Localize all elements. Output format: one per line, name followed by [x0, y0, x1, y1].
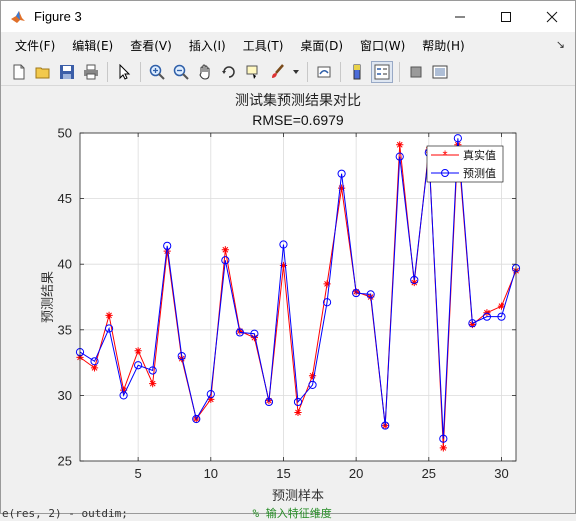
legend-icon [374, 64, 390, 79]
pointer-button[interactable] [114, 62, 134, 82]
legend-label-predicted: 预测值 [463, 167, 496, 180]
y-tick-label: 45 [58, 191, 72, 206]
zoom-in-button[interactable] [147, 62, 167, 82]
minimize-icon [455, 16, 465, 17]
zoom-out-icon [173, 64, 189, 80]
zoom-out-button[interactable] [171, 62, 191, 82]
print-icon [84, 64, 98, 79]
menu-edit[interactable]: 编辑(E) [63, 37, 121, 54]
rotate-button[interactable] [219, 62, 239, 82]
y-tick-label: 35 [58, 322, 72, 337]
open-file-button[interactable] [33, 62, 53, 82]
link-plot-button[interactable] [314, 62, 334, 82]
save-button[interactable] [57, 62, 77, 82]
toolbar-separator [307, 61, 308, 82]
matlab-logo-icon [11, 10, 25, 23]
colorbar-icon [353, 64, 361, 79]
legend-marker-actual: * [442, 148, 447, 163]
close-icon [546, 11, 558, 22]
brush-dropdown-button[interactable] [291, 62, 301, 82]
rotate-icon [222, 65, 235, 78]
show-plot-tools-button[interactable] [430, 62, 450, 82]
zoom-in-icon [149, 64, 165, 80]
pointer-arrow-icon [119, 63, 131, 80]
data-point-actual [221, 246, 229, 254]
y-tick-label: 30 [58, 388, 72, 403]
window-title: Figure 3 [34, 9, 82, 24]
menu-help[interactable]: 帮助(H) [413, 37, 472, 54]
y-tick-label: 40 [58, 257, 72, 272]
menu-view[interactable]: 查看(V) [121, 37, 180, 54]
legend[interactable]: * 真实值 预测值 [426, 145, 504, 183]
menu-bar: 文件(F) 编辑(E) 查看(V) 插入(I) 工具(T) 桌面(D) 窗口(W… [1, 34, 575, 56]
new-figure-icon [13, 64, 25, 79]
new-figure-button[interactable] [9, 62, 29, 82]
y-tick-label: 50 [58, 126, 72, 141]
figure-toolbar [1, 58, 575, 86]
open-file-icon [35, 67, 50, 78]
menu-desktop[interactable]: 桌面(D) [291, 37, 351, 54]
colorbar-button[interactable] [347, 62, 367, 82]
minimize-button[interactable] [437, 1, 483, 32]
data-cursor-icon [246, 65, 258, 79]
menu-insert[interactable]: 插入(I) [180, 37, 234, 54]
title-bar[interactable]: Figure 3 [1, 1, 575, 32]
maximize-button[interactable] [483, 1, 529, 32]
data-cursor-button[interactable] [243, 62, 263, 82]
toolbar-separator [140, 61, 141, 82]
data-point-actual [105, 311, 113, 319]
x-tick-label: 20 [349, 466, 363, 481]
hide-plot-tools-button[interactable] [406, 62, 426, 82]
data-point-actual [149, 379, 157, 388]
toolbar-separator [340, 61, 341, 82]
brush-icon [272, 63, 284, 78]
curved-arrow-icon[interactable]: ↘ [556, 38, 565, 51]
figure-canvas: 5 10 15 20 25 30 25 30 35 40 45 50 测试集预测结果对比 RMSE=0… [2, 87, 574, 520]
chevron-down-icon [293, 69, 299, 74]
y-axis-label: 预测结果 [41, 271, 56, 323]
chart-title: 测试集预测结果对比 [235, 92, 361, 109]
toolbar-separator [399, 61, 400, 82]
figure-window: Figure 3 文件(F) 编辑(E) 查看(V) 插入(I) 工具(T) 桌… [0, 0, 576, 520]
close-button[interactable] [529, 1, 575, 32]
menu-window[interactable]: 窗口(W) [351, 37, 413, 54]
chart: 5 10 15 20 25 30 25 30 35 40 45 50 测试集预测结果对比 RMSE=0… [2, 87, 574, 513]
link-plot-icon [317, 66, 331, 77]
brush-button[interactable] [267, 62, 287, 82]
y-tick-label: 25 [58, 454, 72, 469]
hide-plot-tools-icon [410, 66, 422, 77]
show-plot-tools-icon [432, 65, 448, 78]
toolbar-separator [107, 61, 108, 82]
x-tick-label: 5 [135, 466, 142, 481]
pan-hand-icon [199, 63, 210, 80]
menu-tools[interactable]: 工具(T) [234, 37, 292, 54]
menu-file[interactable]: 文件(F) [1, 37, 63, 54]
pan-button[interactable] [195, 62, 215, 82]
legend-label-actual: 真实值 [463, 148, 496, 162]
maximize-icon [501, 11, 511, 22]
background-code-line: e(res, 2) - outdim; % 输入特征维度 [2, 505, 332, 521]
x-tick-label: 15 [276, 466, 290, 481]
print-button[interactable] [81, 62, 101, 82]
chart-subtitle: RMSE=0.6979 [252, 112, 344, 128]
x-tick-label: 10 [204, 466, 218, 481]
legend-button[interactable] [371, 60, 393, 83]
x-tick-label: 25 [422, 466, 436, 481]
x-tick-label: 30 [494, 466, 508, 481]
x-axis-label: 预测样本 [272, 489, 324, 504]
save-icon [60, 64, 74, 79]
